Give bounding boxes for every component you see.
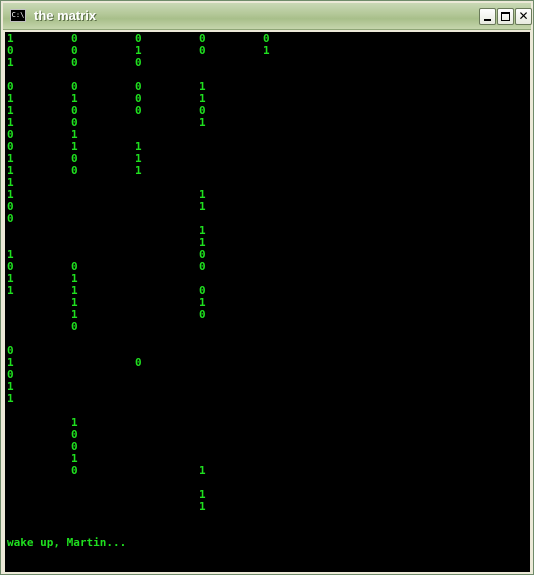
digit-column-3: 0 1 0 0 0 0 1 1 1 0 [135,32,142,369]
console-message: wake up, Martin... [7,536,127,549]
digit-column-1: 1 0 1 0 1 1 1 0 0 1 1 1 1 0 0 1 0 1 1 0 … [7,32,14,405]
close-icon: ✕ [518,9,529,23]
minimize-button[interactable] [479,8,496,25]
maximize-button[interactable] [497,8,514,25]
console-output[interactable]: 1 0 1 0 1 1 1 0 0 1 1 1 1 0 0 1 0 1 1 0 … [5,32,530,572]
command-prompt-icon[interactable]: C:\ [10,9,26,22]
console-window: C:\ the matrix ✕ 1 0 1 0 1 1 1 0 0 1 1 1… [0,0,534,575]
window-title: the matrix [34,8,97,23]
maximize-icon [501,12,510,21]
digit-column-4: 0 0 1 1 0 1 1 1 1 1 0 0 0 1 0 1 1 1 [199,32,206,513]
minimize-icon [484,19,491,21]
digit-column-2: 0 0 0 0 1 0 0 1 1 0 0 0 1 1 1 1 0 1 0 0 … [71,32,78,477]
close-button[interactable]: ✕ [515,8,532,25]
title-bar[interactable]: C:\ the matrix ✕ [3,3,532,30]
digit-column-5: 0 1 [263,32,270,57]
